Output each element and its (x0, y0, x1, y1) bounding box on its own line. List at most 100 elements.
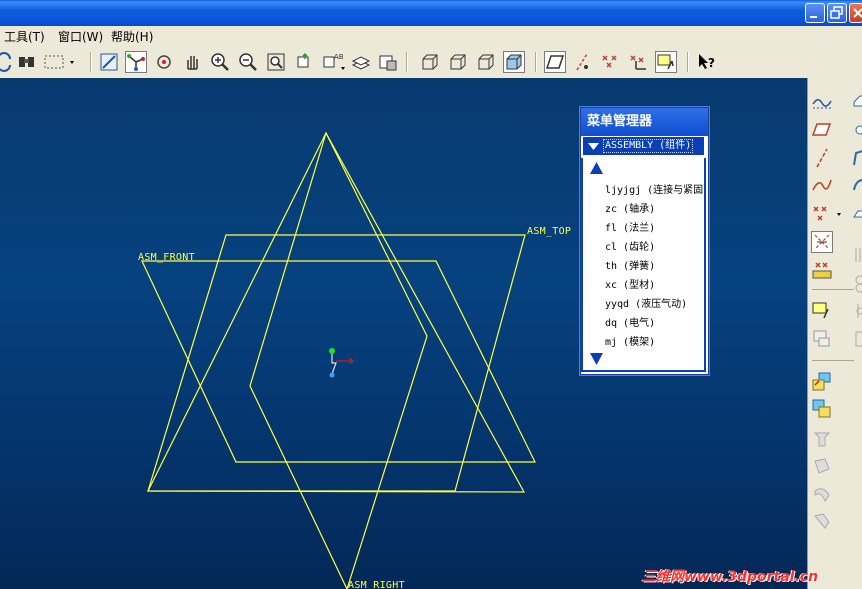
blend-tool-button[interactable] (850, 174, 862, 196)
layers-button[interactable] (350, 51, 372, 73)
no-hidden-icon (478, 54, 494, 70)
find-icon (19, 57, 34, 67)
toolbar-separator (812, 360, 854, 361)
datum-axis-tool-button[interactable] (811, 147, 833, 169)
table-tool-button[interactable] (850, 328, 862, 350)
hidden-line-button[interactable] (447, 51, 469, 73)
triangle-down-icon (588, 143, 599, 150)
create-component-button[interactable] (811, 398, 833, 420)
datum-planes-icon (545, 55, 565, 69)
pattern-tool-button[interactable] (850, 272, 862, 294)
restore-icon (830, 6, 843, 19)
main-toolbar: AB ? (0, 46, 862, 79)
spin-center-button[interactable] (125, 51, 147, 73)
rib-tool-button[interactable] (811, 483, 833, 505)
round-tool-button[interactable] (811, 510, 833, 532)
hidden-line-icon (450, 54, 466, 70)
menu-help[interactable]: 帮助(H) (111, 28, 153, 45)
datum-axes-toggle[interactable] (572, 51, 594, 73)
coordinate-systems-toggle[interactable] (628, 51, 650, 73)
site-watermark: 三维网www.3dportal.cn (642, 569, 819, 585)
toolbar-separator (535, 52, 537, 72)
assemble-component-icon (812, 372, 831, 391)
draft-icon (813, 432, 831, 447)
datum-point-tool-dropdown[interactable] (811, 203, 843, 225)
menu-item-mj[interactable]: mj (模架) (605, 333, 655, 348)
menu-item-dq[interactable]: dq (电气) (605, 314, 655, 329)
coordinate-system-tool-button[interactable] (811, 231, 833, 253)
named-views-button[interactable] (98, 51, 120, 73)
scroll-down-icon[interactable] (589, 351, 605, 367)
draft-tool-button[interactable] (811, 428, 833, 450)
sketch-tool-button[interactable] (811, 92, 833, 114)
zoom-out-button[interactable] (237, 51, 259, 73)
view-manager-button[interactable] (377, 51, 399, 73)
menu-item-xc[interactable]: xc (型材) (605, 276, 655, 291)
datum-curve-icon (812, 179, 832, 191)
scroll-up-icon[interactable] (589, 160, 605, 176)
context-help-button[interactable]: ? (696, 51, 718, 73)
annotation-display-toggle[interactable] (655, 51, 677, 73)
refit-button[interactable] (265, 51, 287, 73)
close-button[interactable] (849, 3, 862, 23)
plane-label-asm-right: ASM_RIGHT (348, 580, 405, 589)
find-button[interactable] (16, 51, 38, 73)
shading-button[interactable] (503, 51, 525, 73)
menu-tools[interactable]: 工具(T) (4, 28, 45, 45)
reorient-button[interactable] (293, 51, 315, 73)
note-icon (813, 330, 830, 347)
pan-button[interactable] (182, 51, 204, 73)
datum-curve-tool-button[interactable] (811, 174, 833, 196)
menu-item-th[interactable]: th (弹簧) (605, 257, 655, 272)
plane-label-asm-front: ASM_FRONT (138, 252, 195, 263)
plane-label-asm-top: ASM_TOP (527, 226, 572, 237)
rib-icon (814, 488, 830, 503)
hole-tool-button[interactable] (850, 244, 862, 266)
menu-item-ljyjgj[interactable]: ljyjgj (连接与紧固 (605, 181, 703, 196)
feature-toolbar (807, 78, 862, 589)
menu-item-cl[interactable]: cl (齿轮) (605, 238, 655, 253)
menu-bar: 工具(T) 窗口(W) 帮助(H) (0, 26, 862, 46)
datum-plane-asm-right[interactable] (147, 131, 526, 493)
minimize-button[interactable] (805, 3, 825, 23)
pan-icon (187, 56, 198, 70)
toolbar-separator (812, 289, 854, 290)
menu-item-yyqd[interactable]: yyqd (液压气动) (605, 295, 687, 310)
saved-views-dropdown[interactable]: AB (322, 51, 348, 73)
orient-mode-button[interactable] (153, 51, 175, 73)
menu-header-assembly[interactable]: ASSEMBLY (组件) (583, 137, 704, 155)
datum-points-icon (602, 55, 617, 68)
zoom-in-button[interactable] (209, 51, 231, 73)
svg-text:?: ? (708, 56, 715, 70)
mirror-tool-button[interactable] (850, 300, 862, 322)
regenerate-button[interactable] (0, 51, 16, 73)
datum-points-toggle[interactable] (600, 51, 622, 73)
datum-plane-tool-button[interactable] (811, 119, 833, 141)
note-tool-button[interactable] (811, 328, 833, 350)
sweep-tool-button[interactable] (850, 147, 862, 169)
annotation-display-icon (657, 54, 674, 70)
menu-window[interactable]: 窗口(W) (58, 28, 103, 45)
menu-item-zc[interactable]: zc (轴承) (605, 200, 655, 215)
datum-point-icon (813, 206, 841, 221)
menu-manager-panel: 菜单管理器 ASSEMBLY (组件) ljyjgj (连接与紧固 zc (轴承… (580, 107, 709, 375)
wireframe-button[interactable] (419, 51, 441, 73)
toolbar-separator (406, 52, 408, 72)
extrude-tool-button[interactable] (850, 92, 862, 114)
datum-planes-toggle[interactable] (544, 51, 566, 73)
analysis-tool-button[interactable] (811, 259, 833, 281)
menu-item-list: ljyjgj (连接与紧固 zc (轴承) fl (法兰) cl (齿轮) th… (581, 158, 706, 372)
restore-button[interactable] (827, 3, 847, 23)
select-box-dropdown[interactable] (42, 51, 76, 73)
close-icon (853, 8, 862, 18)
menu-header-label: ASSEMBLY (组件) (603, 139, 694, 153)
coordinate-triad (329, 348, 354, 378)
sweep-icon (853, 150, 862, 166)
shell-tool-button[interactable] (811, 455, 833, 477)
annotation-tool-button[interactable] (811, 300, 833, 322)
boundary-blend-button[interactable] (850, 203, 862, 225)
assemble-component-button[interactable] (811, 371, 833, 393)
no-hidden-button[interactable] (475, 51, 497, 73)
revolve-tool-button[interactable] (850, 119, 862, 141)
menu-item-fl[interactable]: fl (法兰) (605, 219, 655, 234)
